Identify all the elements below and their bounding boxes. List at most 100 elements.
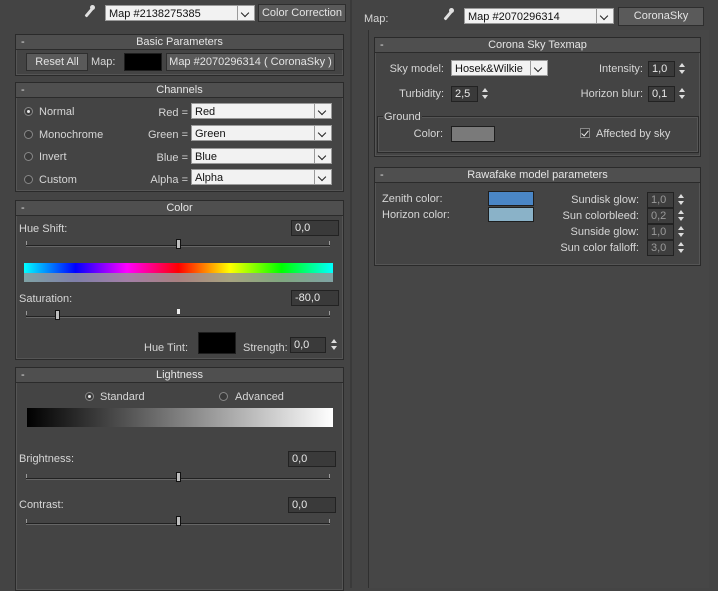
sundisk-glow-field[interactable]: 1,0	[647, 192, 674, 208]
rawafake-title: Rawafake model parameters	[467, 169, 608, 181]
eyedropper-icon[interactable]	[82, 5, 96, 19]
intensity-label: Intensity:	[598, 63, 643, 75]
hue-shift-field[interactable]: 0,0	[291, 220, 339, 236]
hue-preview-bar	[24, 273, 333, 282]
eyedropper-icon[interactable]	[441, 8, 455, 22]
pane-divider	[350, 0, 352, 588]
channels-rollout: - Channels Normal Monochrome Invert Custo…	[15, 82, 344, 192]
horizon-blur-field[interactable]: 0,1	[648, 86, 675, 102]
zenith-color-swatch[interactable]	[488, 191, 534, 206]
saturation-tick-min	[26, 311, 27, 315]
brightness-field[interactable]: 0,0	[288, 451, 336, 467]
strength-label: Strength:	[243, 342, 288, 354]
left-map-type-button[interactable]: Color Correction	[258, 4, 346, 22]
right-map-type-button[interactable]: CoronaSky	[618, 7, 704, 26]
channels-title: Channels	[156, 84, 203, 96]
blue-channel-value: Blue	[195, 151, 218, 163]
sunside-glow-label: Sunside glow:	[570, 226, 640, 238]
alpha-channel-label: Alpha =	[150, 174, 188, 186]
blue-channel-dropdown[interactable]: Blue	[191, 148, 332, 164]
turbidity-field[interactable]: 2,5	[451, 86, 478, 102]
contrast-field[interactable]: 0,0	[288, 497, 336, 513]
saturation-field[interactable]: -80,0	[291, 290, 339, 306]
sun-colorbleed-field[interactable]: 0,2	[647, 208, 674, 224]
basic-parameters-header[interactable]: - Basic Parameters	[16, 35, 343, 50]
saturation-slider-track[interactable]	[26, 316, 330, 318]
collapse-icon[interactable]: -	[380, 38, 384, 52]
corona-sky-title: Corona Sky Texmap	[488, 39, 587, 51]
alpha-channel-dropdown[interactable]: Alpha	[191, 169, 332, 185]
radio-advanced-label: Advanced	[235, 391, 284, 403]
horizon-blur-spinner[interactable]	[676, 86, 687, 102]
right-map-name: Map #2070296314	[468, 11, 560, 23]
hue-shift-tick-max	[329, 241, 330, 245]
intensity-field[interactable]: 1,0	[648, 61, 675, 77]
collapse-icon[interactable]: -	[21, 368, 25, 382]
brightness-slider-thumb[interactable]	[176, 472, 181, 482]
sun-color-falloff-field[interactable]: 3,0	[647, 240, 674, 256]
hue-tint-swatch[interactable]	[198, 332, 236, 354]
lightness-rollout: - Lightness Standard Advanced Brightness:…	[15, 367, 344, 591]
collapse-icon[interactable]: -	[21, 201, 25, 215]
sky-model-value: Hosek&Wilkie	[455, 63, 523, 75]
chevron-down-icon	[237, 6, 254, 20]
strength-field[interactable]: 0,0	[290, 337, 326, 353]
chevron-down-icon	[314, 149, 331, 163]
sun-color-falloff-spinner[interactable]	[675, 240, 686, 256]
strength-spinner[interactable]	[328, 337, 339, 353]
left-map-name-dropdown[interactable]: Map #2138275385	[105, 5, 255, 21]
chevron-down-icon	[596, 9, 613, 23]
sundisk-glow-spinner[interactable]	[675, 192, 686, 208]
rawafake-rollout: - Rawafake model parameters Zenith color:…	[374, 167, 701, 266]
contrast-slider-thumb[interactable]	[176, 516, 181, 526]
red-channel-dropdown[interactable]: Red	[191, 103, 332, 119]
radio-custom[interactable]	[24, 175, 33, 184]
collapse-icon[interactable]: -	[21, 83, 25, 97]
chevron-down-icon	[530, 61, 547, 75]
color-header[interactable]: - Color	[16, 201, 343, 216]
hue-shift-tick-min	[26, 241, 27, 245]
ground-color-swatch[interactable]	[451, 126, 495, 142]
radio-normal[interactable]	[24, 107, 33, 116]
horizon-color-label: Horizon color:	[382, 209, 450, 221]
sky-model-dropdown[interactable]: Hosek&Wilkie	[451, 60, 548, 76]
lightness-header[interactable]: - Lightness	[16, 368, 343, 383]
hue-tint-label: Hue Tint:	[144, 342, 189, 354]
radio-invert[interactable]	[24, 152, 33, 161]
sunside-glow-spinner[interactable]	[675, 224, 686, 240]
saturation-tick-mid	[177, 309, 180, 314]
basic-map-button[interactable]: Map #2070296314 ( CoronaSky )	[166, 53, 335, 71]
hue-spectrum-bar	[24, 263, 333, 273]
turbidity-label: Turbidity:	[399, 88, 444, 100]
corona-sky-header[interactable]: - Corona Sky Texmap	[375, 38, 700, 53]
brightness-tick-min	[26, 474, 27, 478]
radio-advanced[interactable]	[219, 392, 228, 401]
radio-standard-label: Standard	[100, 391, 145, 403]
saturation-slider-thumb[interactable]	[55, 310, 60, 320]
lightness-gradient-bar	[27, 408, 333, 418]
affected-by-sky-checkbox[interactable]	[580, 128, 590, 138]
channels-header[interactable]: - Channels	[16, 83, 343, 98]
alpha-channel-value: Alpha	[195, 172, 224, 184]
basic-map-swatch[interactable]	[124, 53, 162, 71]
rawafake-header[interactable]: - Rawafake model parameters	[375, 168, 700, 183]
color-rollout: - Color Hue Shift: 0,0 Saturation: -80,0 …	[15, 200, 344, 360]
radio-monochrome-label: Monochrome	[39, 129, 104, 141]
horizon-blur-label: Horizon blur:	[580, 88, 643, 100]
sunside-glow-field[interactable]: 1,0	[647, 224, 674, 240]
brightness-label: Brightness:	[19, 453, 75, 465]
hue-shift-slider-thumb[interactable]	[176, 239, 181, 249]
collapse-icon[interactable]: -	[380, 168, 384, 182]
sun-colorbleed-spinner[interactable]	[675, 208, 686, 224]
green-channel-dropdown[interactable]: Green	[191, 125, 332, 141]
right-map-name-dropdown[interactable]: Map #2070296314	[464, 8, 614, 24]
turbidity-spinner[interactable]	[479, 86, 490, 102]
intensity-spinner[interactable]	[676, 61, 687, 77]
lightness-preview-bar	[27, 418, 333, 427]
radio-standard[interactable]	[85, 392, 94, 401]
hue-shift-label: Hue Shift:	[19, 223, 68, 235]
reset-all-button[interactable]: Reset All	[26, 53, 88, 71]
radio-monochrome[interactable]	[24, 130, 33, 139]
collapse-icon[interactable]: -	[21, 35, 25, 49]
horizon-color-swatch[interactable]	[488, 207, 534, 222]
